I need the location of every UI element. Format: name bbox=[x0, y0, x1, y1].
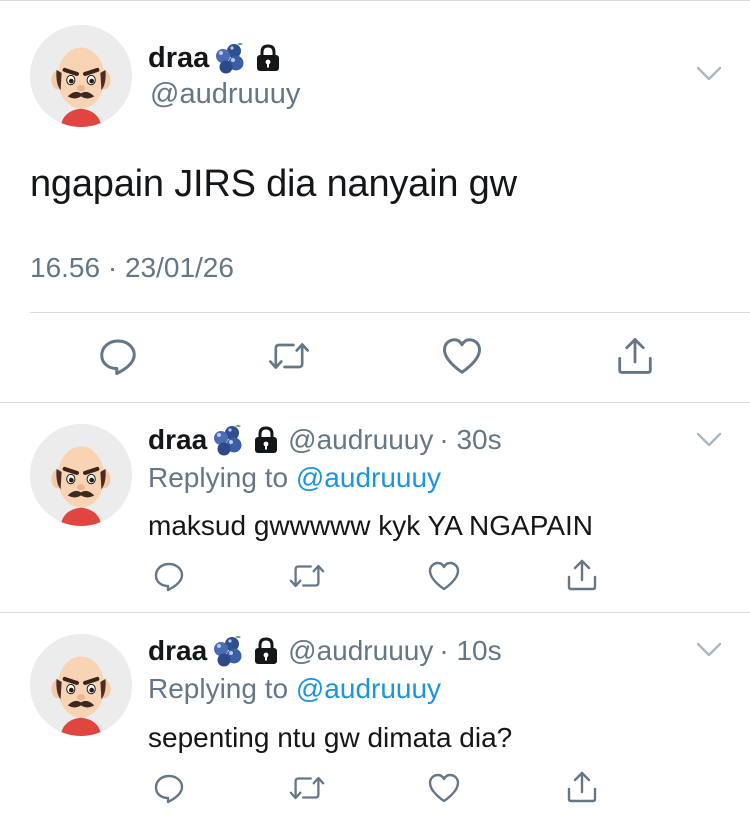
reply-button[interactable] bbox=[153, 772, 185, 804]
reply-icon bbox=[153, 560, 185, 592]
avatar[interactable] bbox=[30, 25, 132, 127]
avatar[interactable] bbox=[30, 634, 132, 736]
retweet-icon bbox=[267, 336, 311, 376]
share-icon bbox=[565, 770, 599, 804]
replying-to: Replying to @audruuuy bbox=[148, 462, 441, 494]
like-button[interactable] bbox=[427, 772, 461, 804]
user-handle[interactable]: @audruuuy bbox=[288, 635, 433, 667]
replying-to: Replying to @audruuuy bbox=[148, 673, 441, 705]
share-button[interactable] bbox=[565, 770, 599, 804]
tweet-text: ngapain JIRS dia nanyain gw bbox=[30, 163, 517, 205]
chevron-down-icon[interactable] bbox=[696, 642, 722, 658]
like-button[interactable] bbox=[440, 336, 484, 376]
retweet-button[interactable] bbox=[288, 560, 326, 592]
main-tweet: draa @audruuuy ngapain JIRS dia nanyain … bbox=[0, 0, 750, 402]
lock-icon bbox=[254, 43, 282, 73]
lock-icon bbox=[252, 425, 280, 455]
chevron-down-icon[interactable] bbox=[696, 432, 722, 448]
heart-icon bbox=[440, 336, 484, 376]
heart-icon bbox=[427, 560, 461, 592]
reply-time: · 10s bbox=[439, 635, 502, 666]
reply-button[interactable] bbox=[96, 336, 140, 376]
tweet-timestamp[interactable]: 16.56 · 23/01/26 bbox=[30, 252, 234, 284]
retweet-icon bbox=[288, 772, 326, 804]
retweet-icon bbox=[288, 560, 326, 592]
replying-to-mention[interactable]: @audruuuy bbox=[296, 673, 441, 704]
share-button[interactable] bbox=[565, 558, 599, 592]
divider bbox=[30, 312, 750, 313]
reply-time: · 30s bbox=[439, 424, 502, 455]
display-name[interactable]: draa bbox=[148, 424, 207, 456]
author-name-row: draa bbox=[148, 38, 282, 78]
share-icon bbox=[565, 558, 599, 592]
lock-icon bbox=[252, 636, 280, 666]
reply-text: maksud gwwwww kyk YA NGAPAIN bbox=[148, 510, 594, 541]
reply-icon bbox=[96, 336, 140, 376]
reply-icon bbox=[153, 772, 185, 804]
blueberries-emoji-icon bbox=[210, 424, 244, 456]
display-name[interactable]: draa bbox=[148, 635, 207, 667]
reply-tweet[interactable]: draa @audruuuy · 10s Replying to @audruu… bbox=[0, 612, 750, 822]
replying-to-label: Replying to bbox=[148, 673, 296, 704]
avatar[interactable] bbox=[30, 424, 132, 526]
retweet-button[interactable] bbox=[267, 336, 311, 376]
share-button[interactable] bbox=[613, 336, 657, 376]
chevron-down-icon[interactable] bbox=[696, 66, 722, 82]
reply-button[interactable] bbox=[153, 560, 185, 592]
replying-to-mention[interactable]: @audruuuy bbox=[296, 462, 441, 493]
heart-icon bbox=[427, 772, 461, 804]
reply-text: sepenting ntu gw dimata dia? bbox=[148, 722, 513, 753]
like-button[interactable] bbox=[427, 560, 461, 592]
display-name[interactable]: draa bbox=[148, 42, 209, 75]
retweet-button[interactable] bbox=[288, 772, 326, 804]
replying-to-label: Replying to bbox=[148, 462, 296, 493]
reply-tweet[interactable]: draa @audruuuy · 30s Replying to @audruu… bbox=[0, 402, 750, 612]
share-icon bbox=[613, 336, 657, 376]
blueberries-emoji-icon bbox=[212, 42, 246, 74]
author-name-row: draa @audruuuy · 30s bbox=[148, 420, 502, 460]
user-handle[interactable]: @audruuuy bbox=[150, 78, 300, 111]
user-handle[interactable]: @audruuuy bbox=[288, 424, 433, 456]
author-name-row: draa @audruuuy · 10s bbox=[148, 631, 502, 671]
blueberries-emoji-icon bbox=[210, 635, 244, 667]
